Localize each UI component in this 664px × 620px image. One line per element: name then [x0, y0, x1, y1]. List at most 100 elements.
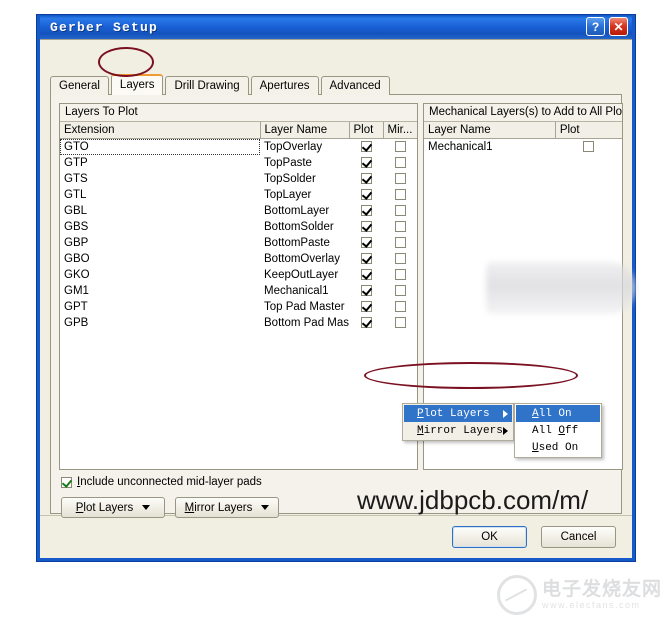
column-header-mirror[interactable]: Mir...	[383, 122, 417, 139]
mirror-checkbox[interactable]	[394, 189, 406, 201]
mirror-layers-button-label: Mirror Layers	[185, 502, 253, 514]
tab-general[interactable]: General	[50, 76, 109, 95]
cell-mirror-checkbox[interactable]	[383, 267, 417, 283]
mirror-checkbox[interactable]	[394, 205, 406, 217]
logo-mark-icon	[497, 575, 537, 615]
mirror-layers-button[interactable]: Mirror Layers	[175, 497, 279, 518]
table-row[interactable]: GTL TopLayer	[60, 187, 417, 203]
plot-checkbox[interactable]	[360, 301, 372, 313]
cell-mirror-checkbox[interactable]	[383, 187, 417, 203]
tab-apertures[interactable]: Apertures	[250, 76, 319, 95]
tab-layers[interactable]: Layers	[110, 74, 164, 95]
table-row[interactable]: GBS BottomSolder	[60, 219, 417, 235]
cell-plot-checkbox[interactable]	[555, 138, 622, 155]
plot-checkbox[interactable]	[360, 157, 372, 169]
table-header-row: Extension Layer Name Plot Mir...	[60, 122, 417, 139]
plot-layers-button[interactable]: Plot Layers	[61, 497, 165, 518]
table-row[interactable]: GTP TopPaste	[60, 155, 417, 171]
mirror-checkbox[interactable]	[394, 173, 406, 185]
plot-checkbox[interactable]	[360, 189, 372, 201]
plot-checkbox[interactable]	[360, 221, 372, 233]
plot-checkbox[interactable]	[583, 141, 595, 153]
close-icon[interactable]: ✕	[609, 17, 628, 36]
submenu-item-label: All Off	[532, 425, 578, 437]
column-header-plot[interactable]: Plot	[349, 122, 384, 139]
cell-plot-checkbox[interactable]	[349, 251, 383, 267]
cell-extension: GKO	[60, 267, 260, 283]
cell-mirror-checkbox[interactable]	[383, 315, 417, 331]
table-row[interactable]: GBO BottomOverlay	[60, 251, 417, 267]
accel-letter: M	[184, 501, 195, 514]
plot-checkbox[interactable]	[360, 285, 372, 297]
plot-checkbox[interactable]	[360, 205, 372, 217]
help-icon[interactable]: ?	[586, 17, 605, 36]
layer-action-buttons: Plot Layers Mirror Layers	[61, 497, 279, 518]
table-row[interactable]: GBP BottomPaste	[60, 235, 417, 251]
plot-checkbox[interactable]	[360, 237, 372, 249]
table-row[interactable]: GKO KeepOutLayer	[60, 267, 417, 283]
table-row[interactable]: GTO TopOverlay	[60, 138, 417, 155]
mirror-checkbox[interactable]	[394, 221, 406, 233]
cell-layer-name: BottomLayer	[260, 203, 349, 219]
tab-drill-drawing[interactable]: Drill Drawing	[165, 76, 249, 95]
mirror-checkbox[interactable]	[394, 285, 406, 297]
plot-checkbox[interactable]	[360, 269, 372, 281]
cell-plot-checkbox[interactable]	[349, 187, 383, 203]
context-menu-item-mirror-layers[interactable]: Mirror Layers	[404, 422, 512, 439]
column-header-extension[interactable]: Extension	[60, 122, 261, 139]
mirror-checkbox[interactable]	[394, 237, 406, 249]
cell-mirror-checkbox[interactable]	[383, 251, 417, 267]
mirror-checkbox[interactable]	[394, 269, 406, 281]
dialog-footer: OK Cancel	[40, 515, 632, 558]
mirror-checkbox[interactable]	[394, 317, 406, 329]
cell-plot-checkbox[interactable]	[349, 203, 383, 219]
chevron-down-icon	[142, 505, 151, 510]
cell-plot-checkbox[interactable]	[349, 219, 383, 235]
cell-plot-checkbox[interactable]	[349, 299, 383, 315]
column-header-layer-name[interactable]: Layer Name	[260, 122, 350, 139]
mirror-checkbox[interactable]	[394, 157, 406, 169]
table-row[interactable]: GTS TopSolder	[60, 171, 417, 187]
column-header-plot[interactable]: Plot	[555, 122, 622, 139]
table-row[interactable]: GM1 Mechanical1	[60, 283, 417, 299]
table-row[interactable]: Mechanical1	[424, 138, 622, 155]
title-bar[interactable]: Gerber Setup ? ✕	[40, 15, 632, 39]
ok-button[interactable]: OK	[452, 526, 527, 548]
cell-plot-checkbox[interactable]	[349, 267, 383, 283]
cell-plot-checkbox[interactable]	[349, 155, 383, 171]
plot-checkbox[interactable]	[360, 173, 372, 185]
cell-mirror-checkbox[interactable]	[383, 171, 417, 187]
cell-mirror-checkbox[interactable]	[383, 283, 417, 299]
plot-checkbox[interactable]	[360, 141, 372, 153]
mirror-checkbox[interactable]	[394, 301, 406, 313]
mirror-checkbox[interactable]	[394, 141, 406, 153]
cell-layer-name: BottomSolder	[260, 219, 349, 235]
tab-advanced[interactable]: Advanced	[320, 76, 390, 95]
submenu-item-all-on[interactable]: All On	[516, 405, 600, 422]
cell-mirror-checkbox[interactable]	[383, 155, 417, 171]
cell-extension: GBL	[60, 203, 260, 219]
cell-plot-checkbox[interactable]	[349, 138, 383, 155]
cell-plot-checkbox[interactable]	[349, 283, 383, 299]
plot-checkbox[interactable]	[360, 317, 372, 329]
context-menu-item-plot-layers[interactable]: Plot Layers	[404, 405, 512, 422]
submenu-item-all-off[interactable]: All Off	[516, 422, 600, 439]
include-mid-layer-pads-checkbox[interactable]	[61, 476, 72, 488]
column-header-layer-name[interactable]: Layer Name	[424, 122, 556, 139]
cell-mirror-checkbox[interactable]	[383, 219, 417, 235]
table-row[interactable]: GBL BottomLayer	[60, 203, 417, 219]
cell-plot-checkbox[interactable]	[349, 235, 383, 251]
table-row[interactable]: GPB Bottom Pad Mast‹	[60, 315, 417, 331]
include-mid-layer-pads-row[interactable]: Include unconnected mid-layer pads	[61, 476, 262, 488]
cell-mirror-checkbox[interactable]	[383, 203, 417, 219]
cell-plot-checkbox[interactable]	[349, 315, 383, 331]
cell-mirror-checkbox[interactable]	[383, 299, 417, 315]
table-row[interactable]: GPT Top Pad Master	[60, 299, 417, 315]
plot-checkbox[interactable]	[360, 253, 372, 265]
cell-mirror-checkbox[interactable]	[383, 235, 417, 251]
cancel-button[interactable]: Cancel	[541, 526, 616, 548]
cell-mirror-checkbox[interactable]	[383, 138, 417, 155]
cell-plot-checkbox[interactable]	[349, 171, 383, 187]
submenu-item-used-on[interactable]: Used On	[516, 439, 600, 456]
mirror-checkbox[interactable]	[394, 253, 406, 265]
